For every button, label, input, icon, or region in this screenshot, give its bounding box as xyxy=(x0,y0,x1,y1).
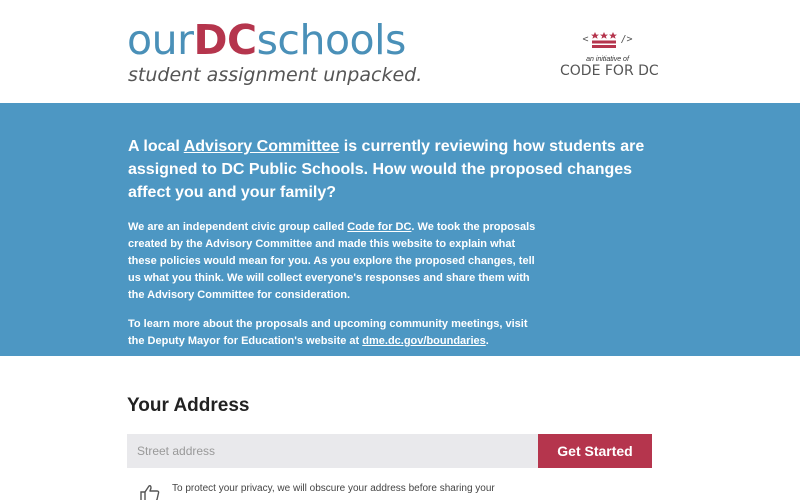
dme-boundaries-link[interactable]: dme.dc.gov/boundaries xyxy=(362,335,485,347)
site-tagline: student assignment unpacked. xyxy=(128,64,423,86)
address-section-title: Your Address xyxy=(127,395,250,416)
intro-banner: A local Advisory Committee is currently … xyxy=(0,103,800,356)
code-for-dc-link[interactable]: Code for DC xyxy=(347,221,411,233)
privacy-note: To protect your privacy, we will obscure… xyxy=(140,482,660,500)
initiative-name: CODE FOR DC xyxy=(560,63,659,79)
intro-content: A local Advisory Committee is currently … xyxy=(128,135,668,350)
thumbs-up-icon xyxy=(140,485,160,500)
learn-more-paragraph: To learn more about the proposals and up… xyxy=(128,318,528,347)
street-address-input[interactable] xyxy=(127,434,538,468)
code-for-dc-logo: < /> xyxy=(560,28,655,50)
logo-prefix: our xyxy=(127,16,194,64)
site-logo[interactable]: ourDCschools xyxy=(127,14,406,66)
logo-dc: DC xyxy=(193,16,257,64)
intro-paragraph: We are an independent civic group called… xyxy=(128,221,536,301)
intro-headline: A local Advisory Committee is currently … xyxy=(128,138,645,201)
dc-flag-icon xyxy=(591,32,618,48)
site-header: ourDCschools student assignment unpacked… xyxy=(0,0,800,103)
logo-suffix: schools xyxy=(256,16,407,64)
advisory-committee-link[interactable]: Advisory Committee xyxy=(184,138,340,155)
privacy-text: To protect your privacy, we will obscure… xyxy=(172,483,495,494)
get-started-button[interactable]: Get Started xyxy=(538,434,652,468)
code-for-dc-badge[interactable]: < /> an initiative of CODE FOR DC xyxy=(560,28,659,79)
